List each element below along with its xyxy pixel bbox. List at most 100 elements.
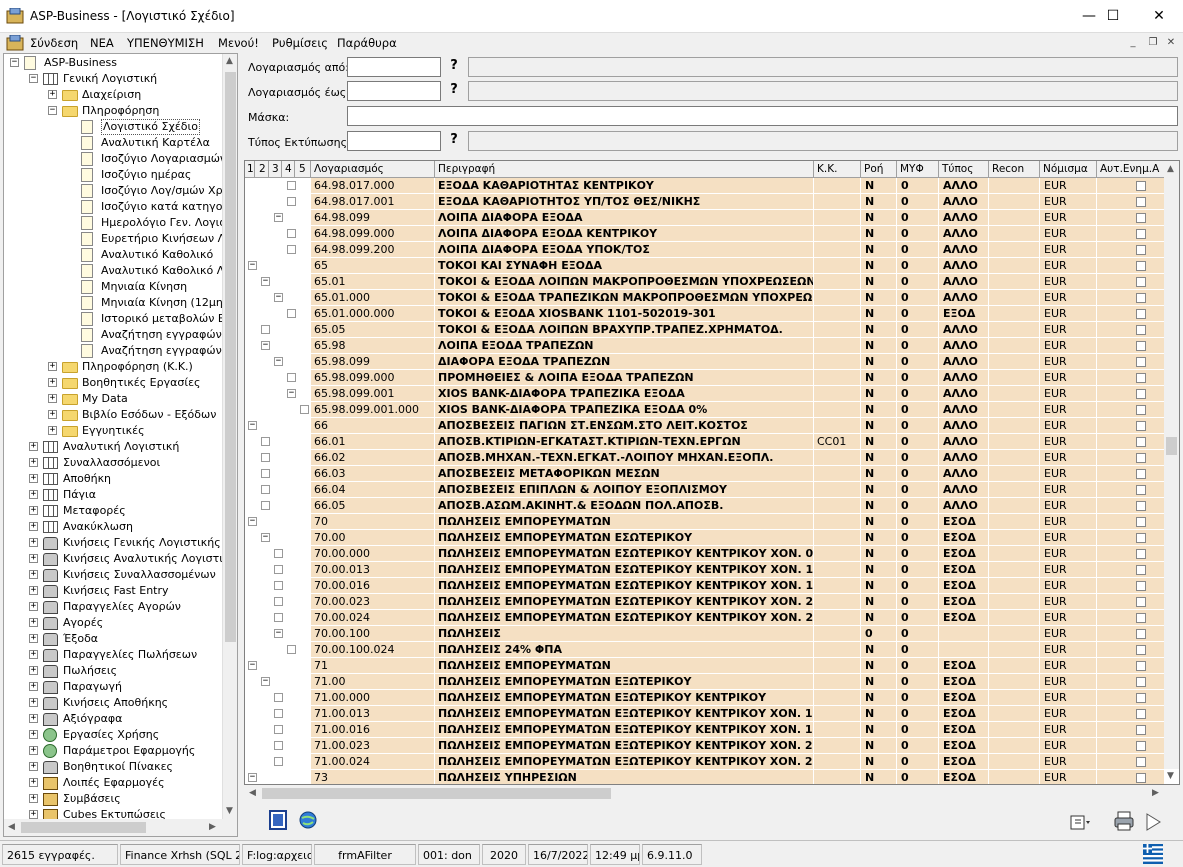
table-row[interactable]: 66.04 ΑΠΟΣΒΕΣΕΙΣ ΕΠΙΠΛΩΝ & ΛΟΙΠΟΥ ΕΞΟΠΛΙΣ… — [245, 482, 1165, 498]
account-from-input[interactable] — [347, 57, 441, 77]
tree-item[interactable]: + Λοιπές Εφαρμογές — [4, 775, 223, 791]
tree-item[interactable]: Αναζήτηση εγγραφών Λ — [4, 327, 223, 343]
table-row[interactable]: − 70.00 ΠΩΛΗΣΕΙΣ ΕΜΠΟΡΕΥΜΑΤΩΝ ΕΣΩΤΕΡΙΚΟΥ N 0… — [245, 530, 1165, 546]
leaf-icon[interactable] — [261, 325, 270, 334]
auto-update-checkbox[interactable] — [1136, 197, 1146, 207]
tree-item[interactable]: Αναζήτηση εγγραφών β — [4, 343, 223, 359]
account-from-lookup-icon[interactable]: ? — [447, 58, 461, 76]
leaf-icon[interactable] — [287, 645, 296, 654]
scroll-right-icon[interactable]: ▶ — [1152, 788, 1159, 798]
leaf-icon[interactable] — [261, 485, 270, 494]
scroll-right-icon[interactable]: ▶ — [209, 822, 216, 832]
table-row[interactable]: − 70.00.100 ΠΩΛΗΣΕΙΣ 0 0 EUR — [245, 626, 1165, 642]
auto-update-checkbox[interactable] — [1136, 741, 1146, 751]
table-row[interactable]: 70.00.016 ΠΩΛΗΣΕΙΣ ΕΜΠΟΡΕΥΜΑΤΩΝ ΕΣΩΤΕΡΙΚΟ… — [245, 578, 1165, 594]
auto-update-checkbox[interactable] — [1136, 709, 1146, 719]
tree-item[interactable]: Λογιστικό Σχέδιο — [4, 119, 223, 135]
auto-update-checkbox[interactable] — [1136, 181, 1146, 191]
tree-item[interactable]: + Βιβλίο Εσόδων - Εξόδων — [4, 407, 223, 423]
collapse-icon[interactable]: − — [248, 517, 257, 526]
table-row[interactable]: 64.98.099.200 ΛΟΙΠΑ ΔΙΑΦΟΡΑ ΕΞΟΔΑ ΥΠΟΚ/ΤΟ… — [245, 242, 1165, 258]
account-to-input[interactable] — [347, 81, 441, 101]
table-row[interactable]: − 65.01.000 ΤΟΚΟΙ & ΕΞΟΔΑ ΤΡΑΠΕΖΙΚΩΝ ΜΑΚΡΟ… — [245, 290, 1165, 306]
tree-item[interactable]: + Αγορές — [4, 615, 223, 631]
table-row[interactable]: 66.05 ΑΠΟΣΒ.ΑΣΩΜ.ΑΚΙΝΗΤ.& ΕΞΟΔΩΝ ΠΟΛ.ΑΠΟΣ… — [245, 498, 1165, 514]
expand-icon[interactable]: + — [29, 554, 38, 563]
auto-update-checkbox[interactable] — [1136, 261, 1146, 271]
table-row[interactable]: − 65.98 ΛΟΙΠΑ ΕΞΟΔΑ ΤΡΑΠΕΖΩΝ N 0 ΑΛΛΟ EUR — [245, 338, 1165, 354]
tree-item[interactable]: Ισοζύγιο κατά κατηγορία — [4, 199, 223, 215]
collapse-icon[interactable]: − — [48, 106, 57, 115]
run-icon[interactable] — [1142, 811, 1164, 833]
expand-icon[interactable]: + — [48, 90, 57, 99]
header-auto-update[interactable]: Αυτ.Ενημ.Α — [1097, 161, 1165, 178]
tree-item[interactable]: + Συναλλασσόμενοι — [4, 455, 223, 471]
tree-item[interactable]: + Παραγγελίες Πωλήσεων — [4, 647, 223, 663]
header-level-1[interactable]: 1 — [245, 161, 255, 178]
collapse-icon[interactable]: − — [29, 74, 38, 83]
tree-item[interactable]: + Παραγγελίες Αγορών — [4, 599, 223, 615]
account-to-lookup-icon[interactable]: ? — [447, 82, 461, 100]
tree-item[interactable]: + Κινήσεις Γενικής Λογιστικής — [4, 535, 223, 551]
header-description[interactable]: Περιγραφή — [435, 161, 814, 178]
expand-icon[interactable]: + — [29, 698, 38, 707]
collapse-icon[interactable]: − — [261, 533, 270, 542]
table-row[interactable]: − 66 ΑΠΟΣΒΕΣΕΙΣ ΠΑΓΙΩΝ ΣΤ.ΕΝΣΩΜ.ΣΤΟ ΛΕΙΤ.Κ… — [245, 418, 1165, 434]
tree-item[interactable]: + Αξιόγραφα — [4, 711, 223, 727]
header-recon[interactable]: Recon — [989, 161, 1040, 178]
expand-icon[interactable]: + — [29, 442, 38, 451]
table-row[interactable]: − 65.01 ΤΟΚΟΙ & ΕΞΟΔΑ ΛΟΙΠΩΝ ΜΑΚΡΟΠΡΟΘΕΣΜΩ… — [245, 274, 1165, 290]
tree-scroll-thumb[interactable] — [225, 72, 236, 642]
table-row[interactable]: − 65.98.099 ΔΙΑΦΟΡΑ ΕΞΟΔΑ ΤΡΑΠΕΖΩΝ N 0 ΑΛΛΟ EU… — [245, 354, 1165, 370]
grid-vertical-scrollbar[interactable]: ▲ ▼ — [1164, 161, 1179, 781]
leaf-icon[interactable] — [287, 197, 296, 206]
leaf-icon[interactable] — [261, 469, 270, 478]
auto-update-checkbox[interactable] — [1136, 581, 1146, 591]
scroll-up-icon[interactable]: ▲ — [226, 56, 233, 66]
expand-icon[interactable]: + — [29, 586, 38, 595]
header-level-2[interactable]: 2 — [255, 161, 269, 178]
tree-item[interactable]: + My Data — [4, 391, 223, 407]
menu-windows[interactable]: Παράθυρα — [337, 36, 397, 50]
table-row[interactable]: 66.02 ΑΠΟΣΒ.ΜΗΧΑΝ.-ΤΕΧΝ.ΕΓΚΑΤ.-ΛΟΙΠΟΥ ΜΗΧ… — [245, 450, 1165, 466]
table-row[interactable]: 70.00.023 ΠΩΛΗΣΕΙΣ ΕΜΠΟΡΕΥΜΑΤΩΝ ΕΣΩΤΕΡΙΚΟ… — [245, 594, 1165, 610]
header-level-3[interactable]: 3 — [269, 161, 282, 178]
table-row[interactable]: − 71.00 ΠΩΛΗΣΕΙΣ ΕΜΠΟΡΕΥΜΑΤΩΝ ΕΞΩΤΕΡΙΚΟΥ N 0… — [245, 674, 1165, 690]
tree-item[interactable]: + Κινήσεις Αποθήκης — [4, 695, 223, 711]
tree-item[interactable]: + Κινήσεις Fast Entry — [4, 583, 223, 599]
collapse-icon[interactable]: − — [274, 357, 283, 366]
collapse-icon[interactable]: − — [10, 58, 19, 67]
auto-update-checkbox[interactable] — [1136, 613, 1146, 623]
tree-item[interactable]: − Γενική Λογιστική — [4, 71, 223, 87]
leaf-icon[interactable] — [287, 229, 296, 238]
expand-icon[interactable]: + — [29, 458, 38, 467]
table-row[interactable]: 64.98.017.000 ΕΞΟΔΑ ΚΑΘΑΡΙΟΤΗΤΑΣ ΚΕΝΤΡΙΚΟ… — [245, 178, 1165, 194]
header-level-4[interactable]: 4 — [282, 161, 295, 178]
tree-item[interactable]: + Βοηθητικές Εργασίες — [4, 375, 223, 391]
collapse-icon[interactable]: − — [261, 277, 270, 286]
tree-item[interactable]: + Κινήσεις Συναλλασσομένων — [4, 567, 223, 583]
table-row[interactable]: − 65 ΤΟΚΟΙ ΚΑΙ ΣΥΝΑΦΗ ΕΞΟΔΑ N 0 ΑΛΛΟ EUR — [245, 258, 1165, 274]
menu-connect[interactable]: Σύνδεση — [30, 36, 78, 50]
tree-item[interactable]: + Μεταφορές — [4, 503, 223, 519]
auto-update-checkbox[interactable] — [1136, 213, 1146, 223]
expand-icon[interactable]: + — [29, 618, 38, 627]
expand-icon[interactable]: + — [29, 730, 38, 739]
scroll-down-icon[interactable]: ▼ — [226, 806, 233, 816]
auto-update-checkbox[interactable] — [1136, 437, 1146, 447]
leaf-icon[interactable] — [287, 373, 296, 382]
leaf-icon[interactable] — [274, 709, 283, 718]
expand-icon[interactable]: + — [29, 506, 38, 515]
tree-item[interactable]: + Παραγωγή — [4, 679, 223, 695]
auto-update-checkbox[interactable] — [1136, 517, 1146, 527]
print-type-input[interactable] — [347, 131, 441, 151]
header-cost-center[interactable]: Κ.Κ. — [814, 161, 861, 178]
scroll-left-icon[interactable]: ◀ — [249, 788, 256, 798]
table-row[interactable]: 70.00.024 ΠΩΛΗΣΕΙΣ ΕΜΠΟΡΕΥΜΑΤΩΝ ΕΣΩΤΕΡΙΚΟ… — [245, 610, 1165, 626]
tree-item[interactable]: + Αναλυτική Λογιστική — [4, 439, 223, 455]
tree-item[interactable]: Αναλυτική Καρτέλα — [4, 135, 223, 151]
tree-horizontal-scrollbar[interactable]: ◀ ▶ — [4, 819, 237, 836]
tree-item[interactable]: Ισοζύγιο ημέρας — [4, 167, 223, 183]
tree-item[interactable]: Αναλυτικό Καθολικό — [4, 247, 223, 263]
auto-update-checkbox[interactable] — [1136, 501, 1146, 511]
